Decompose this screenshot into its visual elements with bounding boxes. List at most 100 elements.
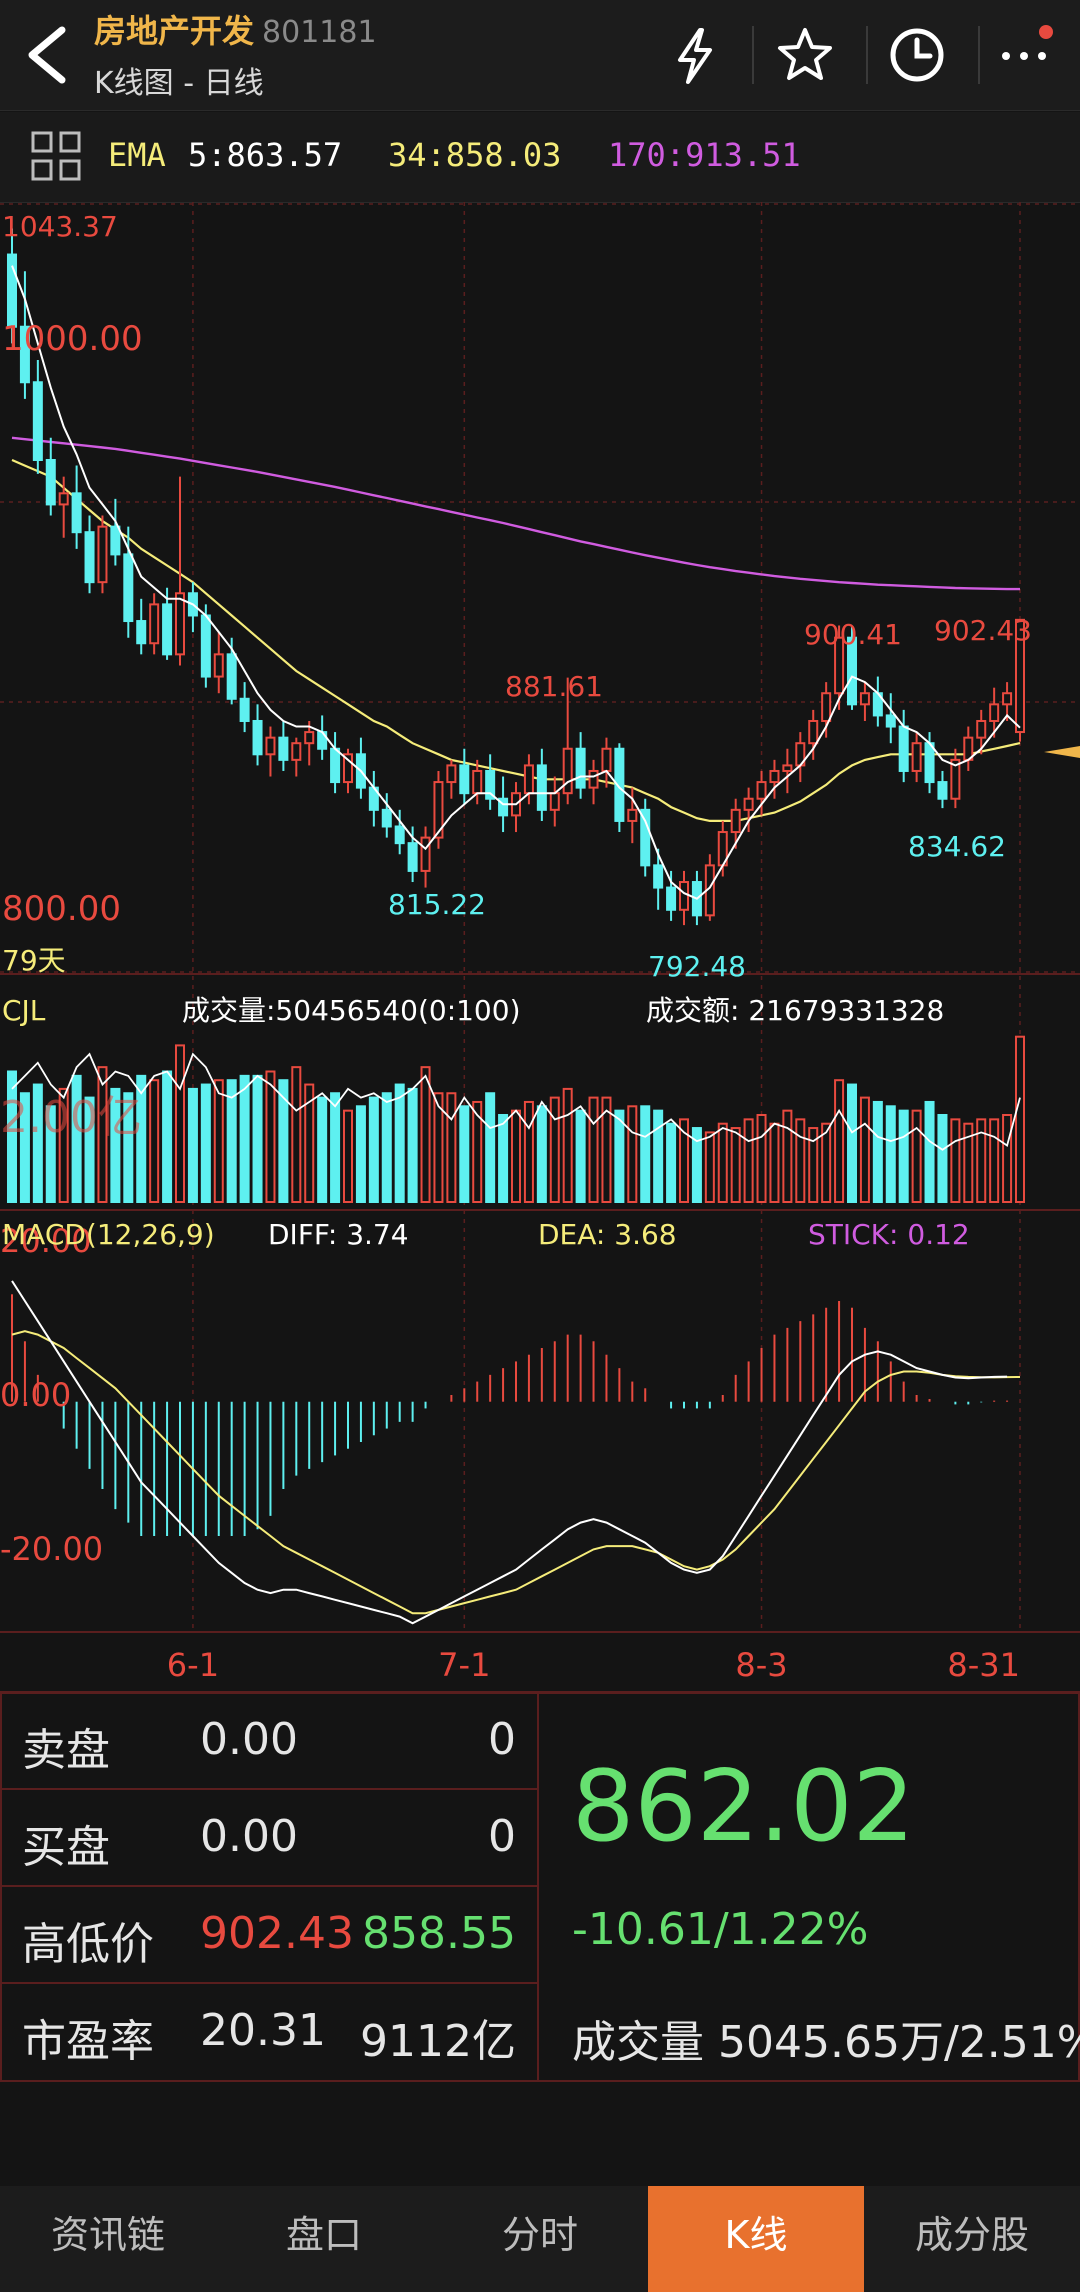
candle-body <box>174 592 186 656</box>
volume-bar <box>394 1083 405 1203</box>
high-low-label: 高低价 <box>22 1919 154 1970</box>
macd-diff: DIFF: 3.74 <box>268 1218 409 1251</box>
candle-body <box>756 781 767 800</box>
volume-text: 成交量:50456540(0:100) <box>182 994 521 1027</box>
candle-body <box>278 736 289 761</box>
volume-bar <box>834 1079 845 1204</box>
chart-grid <box>0 202 1080 1692</box>
last-price: 862.02 <box>572 1750 915 1864</box>
candle-body <box>407 842 418 872</box>
volume-bar <box>342 1109 354 1204</box>
grid-menu-icon[interactable] <box>30 130 82 182</box>
price-annotation: 834.62 <box>908 830 1006 863</box>
candle-body <box>45 459 56 506</box>
candle-body <box>58 492 69 506</box>
diff-line <box>11 1280 1008 1625</box>
candle-body <box>265 736 276 756</box>
clock-icon[interactable] <box>884 22 950 88</box>
volume-bar <box>717 1122 728 1204</box>
pe-value: 20.31 <box>200 2005 326 2056</box>
x-axis-tick: 7-1 <box>438 1646 490 1684</box>
ema170-line <box>11 436 1020 591</box>
candle-body <box>588 769 599 789</box>
period-label: 79天 <box>2 944 66 977</box>
buy-label: 买盘 <box>22 1822 110 1873</box>
top-bar: 房地产开发 801181 K线图 - 日线 <box>0 0 1080 111</box>
volume-bar <box>640 1105 651 1203</box>
x-axis-tick: 8-31 <box>947 1646 1020 1684</box>
macd-sticks-group <box>11 1294 1009 1536</box>
candle-body <box>562 747 573 795</box>
tab-intraday[interactable]: 分时 <box>432 2186 648 2292</box>
tab-order-book[interactable]: 盘口 <box>216 2186 432 2292</box>
buy-volume: 0 <box>488 1811 516 1862</box>
star-icon[interactable] <box>772 22 838 88</box>
candle-body <box>239 697 250 722</box>
current-price-marker-icon <box>1044 746 1080 758</box>
volume-bar <box>446 1092 457 1203</box>
candle-body <box>213 653 224 678</box>
volume-bar <box>200 1083 211 1203</box>
kline-chart[interactable]: 1043.37 1000.00 800.00 79天 881.61 815.22… <box>0 202 1080 1692</box>
header-divider <box>978 26 980 84</box>
candle-body <box>601 747 612 772</box>
tab-constituents[interactable]: 成分股 <box>864 2186 1080 2292</box>
volume-label: CJL <box>2 994 46 1027</box>
candle-body <box>381 808 392 828</box>
volume-bar <box>291 1066 302 1204</box>
candle-body <box>330 747 341 784</box>
candle-body <box>6 253 18 328</box>
candle-body <box>627 808 638 822</box>
candle-body <box>782 764 793 772</box>
lightning-icon[interactable] <box>662 22 728 88</box>
candle-body <box>162 603 173 656</box>
candle-body <box>536 764 547 811</box>
candle-body <box>304 731 315 745</box>
candle-body <box>252 719 263 756</box>
candle-body <box>769 769 780 784</box>
volume-bar <box>924 1100 935 1204</box>
ema5-value: 5:863.57 <box>188 136 343 174</box>
candle-body <box>84 531 95 584</box>
more-icon[interactable] <box>996 22 1062 88</box>
volume-bar <box>1002 1114 1013 1203</box>
candle-body <box>730 808 741 834</box>
price-axis-800: 800.00 <box>2 889 121 929</box>
volume-bar <box>407 1087 418 1204</box>
macd-axis-0: 0.00 <box>0 1376 71 1414</box>
candle-body <box>200 614 211 678</box>
candle-body <box>71 492 82 534</box>
candle-body <box>123 553 134 623</box>
volume-bar <box>368 1096 379 1203</box>
price-annotation: 900.41 <box>804 618 902 651</box>
volume-bar <box>459 1105 470 1203</box>
candle-body <box>859 692 870 706</box>
tab-news-chain[interactable]: 资讯链 <box>0 2186 216 2292</box>
volume-summary: 成交量 5045.65万/2.51% <box>572 2006 1080 2070</box>
volume-bar <box>885 1105 896 1203</box>
candle-body <box>472 769 483 795</box>
back-arrow-icon[interactable] <box>18 22 78 88</box>
sell-volume: 0 <box>488 1714 516 1765</box>
volume-bar <box>743 1118 754 1203</box>
volume-bar <box>627 1105 638 1203</box>
candle-body <box>885 714 896 728</box>
volume-bar <box>950 1118 961 1203</box>
quote-panel: 卖盘 0.00 0 买盘 0.00 0 高低价 902.43 858.55 市盈… <box>0 1692 1080 2082</box>
candles-group <box>6 228 1026 926</box>
price-annotation: 902.43 <box>934 614 1032 647</box>
volume-bar <box>756 1114 767 1203</box>
volume-bar <box>239 1074 250 1203</box>
high-price: 902.43 <box>200 1908 354 1959</box>
chart-subtitle: K线图 - 日线 <box>94 66 264 101</box>
ema5-line <box>11 265 1021 900</box>
tab-kline[interactable]: K线 <box>648 2186 864 2292</box>
amount-text: 成交额: 21679331328 <box>646 994 944 1027</box>
candle-body <box>821 692 832 722</box>
volume-bar <box>510 1109 522 1204</box>
macd-label: MACD(12,26,9) <box>2 1218 215 1251</box>
macd-stick: STICK: 0.12 <box>808 1218 970 1251</box>
candle-body <box>149 603 160 645</box>
volume-bar <box>317 1096 328 1203</box>
volume-bar <box>588 1096 599 1203</box>
